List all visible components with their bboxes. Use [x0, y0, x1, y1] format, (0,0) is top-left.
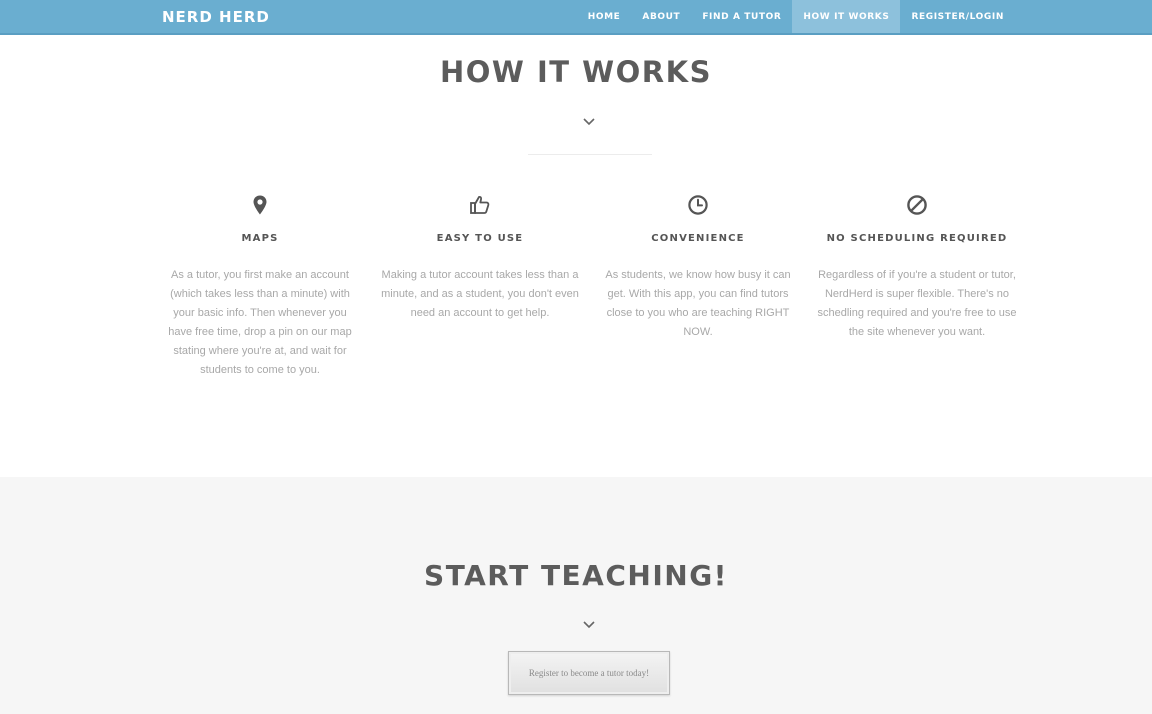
how-it-works-title: HOW IT WORKS	[439, 55, 712, 89]
feature-no-scheduling: NO SCHEDULING REQUIRED Regardless of if …	[817, 193, 1017, 342]
chevron-down-icon	[583, 118, 595, 126]
feature-description: As students, we know how busy it can get…	[605, 269, 791, 338]
feature-convenience: CONVENIENCE As students, we know how bus…	[598, 193, 798, 342]
nav-link-register-login[interactable]: REGISTER/LOGIN	[900, 0, 1015, 33]
top-navbar: NERD HERD HOME ABOUT FIND A TUTOR HOW IT…	[0, 0, 1152, 35]
nav-links: HOME ABOUT FIND A TUTOR HOW IT WORKS REG…	[577, 0, 1015, 33]
section-divider	[528, 154, 652, 155]
feature-name: EASY TO USE	[436, 233, 524, 244]
brand-logo[interactable]: NERD HERD	[162, 8, 270, 26]
nav-link-find-a-tutor[interactable]: FIND A TUTOR	[691, 0, 792, 33]
feature-description: Regardless of if you're a student or tut…	[817, 269, 1017, 338]
chevron-down-icon	[583, 621, 595, 629]
nav-link-about[interactable]: ABOUT	[631, 0, 691, 33]
feature-name: CONVENIENCE	[651, 233, 745, 244]
nav-link-how-it-works[interactable]: HOW IT WORKS	[792, 0, 901, 33]
feature-description: As a tutor, you first make an account (w…	[168, 269, 352, 376]
nav-link-home[interactable]: HOME	[577, 0, 632, 33]
map-pin-icon	[253, 195, 267, 215]
clock-icon	[688, 195, 708, 215]
feature-description: Making a tutor account takes less than a…	[381, 269, 579, 319]
start-teaching-title: START TEACHING!	[424, 559, 728, 592]
feature-maps: MAPS As a tutor, you first make an accou…	[160, 193, 360, 380]
thumbs-up-icon	[470, 195, 490, 214]
no-sign-icon	[907, 195, 927, 215]
feature-easy-to-use: EASY TO USE Making a tutor account takes…	[380, 193, 580, 323]
feature-name: NO SCHEDULING REQUIRED	[826, 233, 1008, 244]
feature-name: MAPS	[241, 233, 279, 244]
register-tutor-button[interactable]: Register to become a tutor today!	[508, 651, 670, 695]
